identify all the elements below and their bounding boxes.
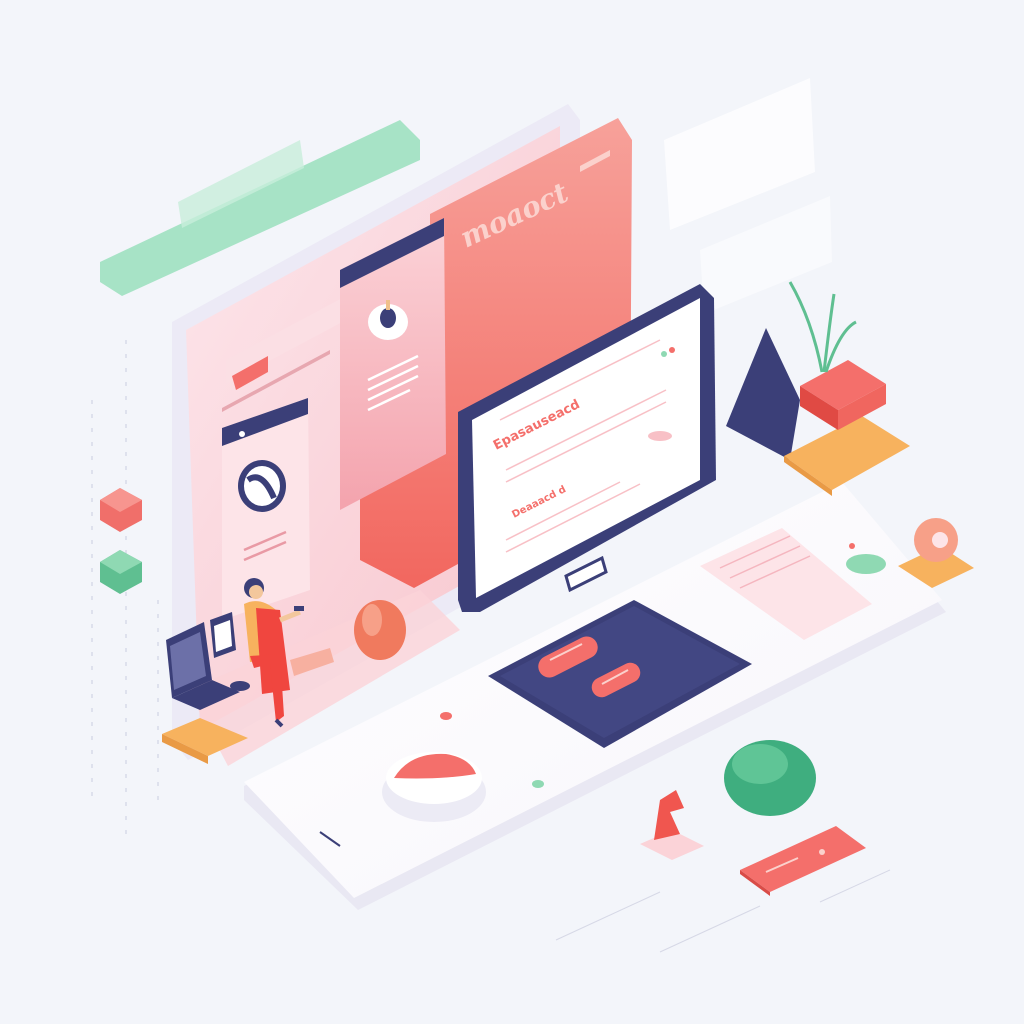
pie-button[interactable]	[382, 752, 486, 822]
coral-cube	[100, 488, 142, 532]
plant-icon	[726, 281, 910, 496]
background-ghost-panels	[664, 78, 832, 314]
monitor-eye-icon	[648, 431, 672, 441]
blob-icon	[724, 740, 816, 816]
isometric-illustration: moaoct Epasauseacd Deaaacd d	[91, 78, 974, 953]
small-phone	[222, 398, 310, 620]
coral-card[interactable]	[740, 826, 866, 896]
floor-guide-lines	[555, 869, 891, 953]
coral-figure-icon	[640, 790, 704, 860]
mint-cube	[100, 550, 142, 594]
ball-icon	[238, 460, 286, 512]
